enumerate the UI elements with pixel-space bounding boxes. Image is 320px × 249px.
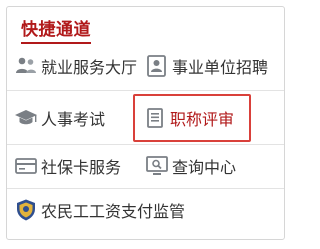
link-personnel-exam[interactable]: 人事考试 — [14, 103, 105, 133]
shield-badge-icon — [17, 199, 35, 221]
id-card-icon — [147, 55, 166, 77]
title-underline — [21, 42, 91, 44]
document-icon — [147, 108, 163, 128]
link-query-center[interactable]: 查询中心 — [145, 151, 236, 181]
link-employment-service-hall[interactable]: 就业服务大厅 — [14, 51, 137, 81]
row-divider — [7, 188, 284, 189]
link-label: 农民工工资支付监管 — [41, 204, 186, 221]
link-label: 社保卡服务 — [41, 160, 122, 177]
link-social-security-card-service[interactable]: 社保卡服务 — [14, 151, 121, 181]
link-label: 事业单位招聘 — [172, 60, 269, 77]
people-group-icon — [16, 57, 36, 73]
monitor-search-icon — [146, 156, 168, 175]
link-label: 职称评审 — [170, 112, 235, 129]
panel-title: 快捷通道 — [21, 20, 91, 39]
link-migrant-wage-payment-supervision[interactable]: 农民工工资支付监管 — [14, 195, 185, 225]
link-professional-title-review[interactable]: 职称评审 — [143, 103, 234, 133]
row-divider — [7, 90, 284, 91]
graduation-cap-icon — [15, 110, 37, 125]
link-label: 人事考试 — [41, 112, 106, 129]
quick-access-panel: 快捷通道 就业服务大厅 事业单位招聘 人事考试 职称评审 社保卡服务 查询中心 … — [6, 6, 285, 240]
card-icon — [15, 158, 37, 174]
link-label: 就业服务大厅 — [41, 60, 138, 77]
link-public-institution-recruitment[interactable]: 事业单位招聘 — [145, 51, 268, 81]
link-label: 查询中心 — [172, 160, 237, 177]
row-divider — [7, 144, 284, 145]
